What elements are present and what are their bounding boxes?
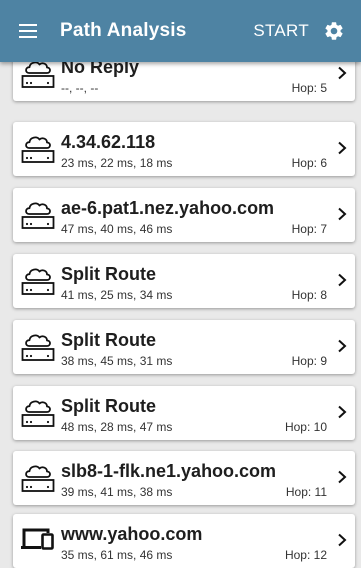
hop-card-6[interactable]: 4.34.62.118 23 ms, 22 ms, 18 ms Hop: 6 xyxy=(13,122,355,176)
gear-icon xyxy=(325,22,343,40)
hop-name: Split Route xyxy=(61,396,156,416)
chevron-right-icon xyxy=(338,339,347,353)
hop-number: Hop: 9 xyxy=(291,354,327,368)
hop-card-11[interactable]: slb8-1-flk.ne1.yahoo.com 39 ms, 41 ms, 3… xyxy=(13,451,355,505)
hop-latency: --, --, -- xyxy=(61,81,99,95)
hop-number: Hop: 7 xyxy=(291,222,327,236)
hop-latency: 47 ms, 40 ms, 46 ms xyxy=(61,222,173,236)
chevron-right-icon xyxy=(338,470,347,484)
hop-latency: 41 ms, 25 ms, 34 ms xyxy=(61,288,173,302)
hop-latency: 38 ms, 45 ms, 31 ms xyxy=(61,354,173,368)
hop-number: Hop: 5 xyxy=(291,81,327,95)
hop-latency: 48 ms, 28 ms, 47 ms xyxy=(61,420,173,434)
computer-device-icon xyxy=(21,528,54,550)
chevron-right-icon xyxy=(338,533,347,547)
hop-card-10[interactable]: Split Route 48 ms, 28 ms, 47 ms Hop: 10 xyxy=(13,386,355,440)
cloud-router-icon xyxy=(21,334,55,361)
start-button[interactable]: START xyxy=(253,21,309,41)
hop-name: Split Route xyxy=(61,330,156,350)
cloud-router-icon xyxy=(21,400,55,427)
hop-number: Hop: 6 xyxy=(291,156,327,170)
hop-number: Hop: 10 xyxy=(284,420,327,434)
hop-name: Split Route xyxy=(61,264,156,284)
chevron-right-icon xyxy=(338,273,347,287)
hop-number: Hop: 8 xyxy=(291,288,327,302)
chevron-right-icon xyxy=(338,207,347,221)
page-title: Path Analysis xyxy=(60,20,187,41)
hop-latency: 39 ms, 41 ms, 38 ms xyxy=(61,485,173,499)
hop-name: slb8-1-flk.ne1.yahoo.com xyxy=(61,461,277,481)
hop-name: ae-6.pat1.nez.yahoo.com xyxy=(61,198,275,218)
hamburger-menu-icon xyxy=(19,24,37,38)
cloud-router-icon xyxy=(21,465,55,492)
hop-card-9[interactable]: Split Route 38 ms, 45 ms, 31 ms Hop: 9 xyxy=(13,320,355,374)
cloud-router-icon xyxy=(21,268,55,295)
hop-card-7[interactable]: ae-6.pat1.nez.yahoo.com 47 ms, 40 ms, 46… xyxy=(13,188,355,242)
hop-latency: 23 ms, 22 ms, 18 ms xyxy=(61,156,173,170)
hop-number: Hop: 11 xyxy=(285,485,327,499)
cloud-router-icon xyxy=(21,61,55,88)
hop-number: Hop: 12 xyxy=(284,548,327,562)
hop-latency: 35 ms, 61 ms, 46 ms xyxy=(61,548,173,562)
settings-button[interactable] xyxy=(323,0,361,62)
chevron-right-icon xyxy=(338,405,347,419)
cloud-router-icon xyxy=(21,136,55,163)
chevron-right-icon xyxy=(338,141,347,155)
hop-card-12[interactable]: www.yahoo.com 35 ms, 61 ms, 46 ms Hop: 1… xyxy=(13,514,355,568)
hop-card-8[interactable]: Split Route 41 ms, 25 ms, 34 ms Hop: 8 xyxy=(13,254,355,308)
cloud-router-icon xyxy=(21,202,55,229)
hop-list: No Reply --, --, -- Hop: 5 4.34.62.118 2… xyxy=(0,0,361,568)
app-bar: Path Analysis START xyxy=(0,0,361,62)
hop-name: 4.34.62.118 xyxy=(61,132,156,152)
menu-button[interactable] xyxy=(0,0,56,62)
hop-name: www.yahoo.com xyxy=(61,524,203,544)
chevron-right-icon xyxy=(338,66,347,80)
